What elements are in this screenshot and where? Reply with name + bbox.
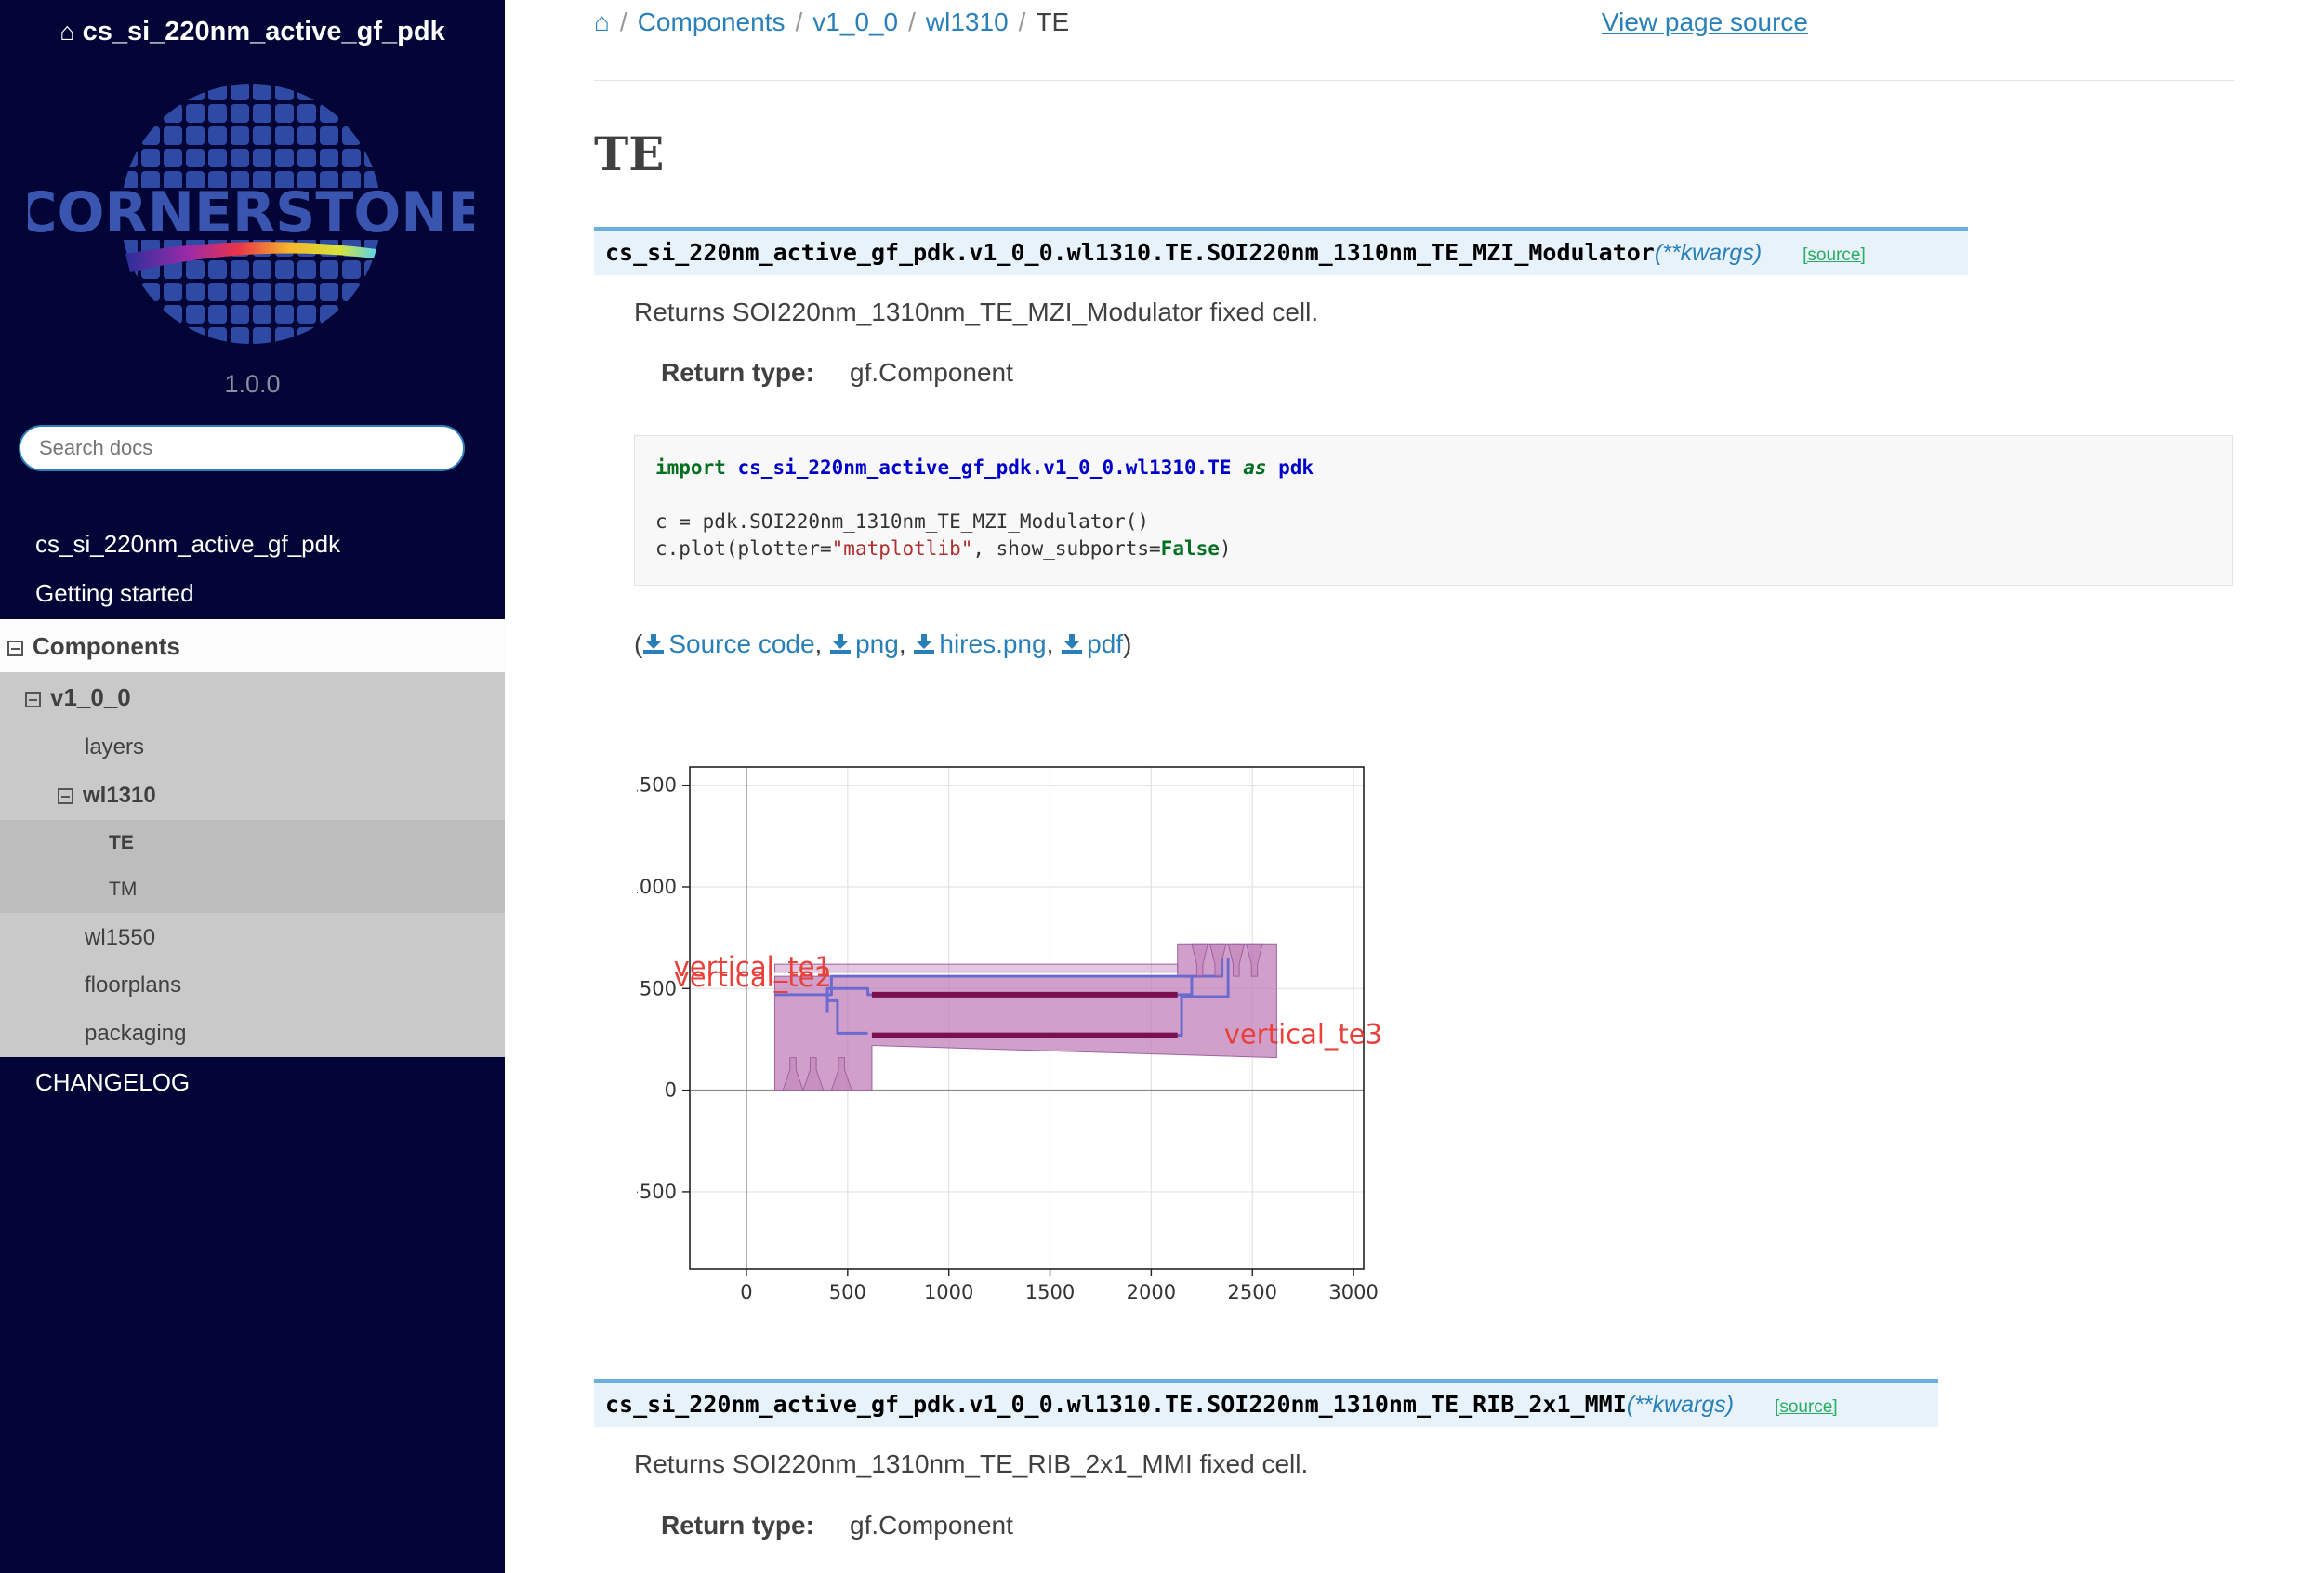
nav-item-v1-0-0[interactable]: v1_0_0 bbox=[25, 683, 131, 712]
function-args: (**kwargs) bbox=[1626, 1392, 1735, 1418]
download-links: ( Source code, png, hires.png, pdf) bbox=[634, 629, 1131, 659]
y-tick-label: −500 bbox=[637, 1181, 677, 1203]
breadcrumb-separator: / bbox=[1018, 7, 1026, 36]
collapse-icon[interactable] bbox=[7, 640, 23, 656]
breadcrumb-wl1310[interactable]: wl1310 bbox=[926, 7, 1009, 36]
home-icon[interactable]: ⌂ bbox=[594, 7, 610, 36]
download-source-code-label: Source code bbox=[668, 629, 815, 658]
x-tick-label: 1000 bbox=[924, 1281, 973, 1303]
nav-components-label: Components bbox=[33, 632, 180, 660]
download-icon bbox=[830, 634, 852, 654]
breadcrumb-separator: / bbox=[908, 7, 916, 36]
download-pdf-link[interactable]: pdf bbox=[1061, 629, 1123, 658]
collapse-icon[interactable] bbox=[58, 788, 73, 805]
sidebar: ⌂ cs_si_220nm_active_gf_pdk CORNERSTONE 1… bbox=[0, 0, 505, 1573]
port-label: vertical_te3 bbox=[1224, 1018, 1382, 1050]
download-icon bbox=[1062, 634, 1083, 654]
nav-item-wl1310[interactable]: wl1310 bbox=[58, 783, 156, 809]
nav-wl1310-subtree bbox=[0, 820, 505, 913]
breadcrumb-current: TE bbox=[1036, 7, 1070, 36]
code-block[interactable]: import cs_si_220nm_active_gf_pdk.v1_0_0.… bbox=[634, 435, 2233, 586]
comma: , bbox=[898, 629, 906, 658]
main-content: ⌂ / Components / v1_0_0 / wl1310 / TE View page … bbox=[505, 0, 2324, 1573]
collapse-icon[interactable] bbox=[25, 691, 41, 707]
home-icon: ⌂ bbox=[59, 18, 75, 46]
code-line-3: c.plot(plotter="matplotlib", show_subpor… bbox=[655, 537, 1232, 560]
download-png-link[interactable]: png bbox=[829, 629, 899, 658]
code-line-2: c = pdk.SOI220nm_1310nm_TE_MZI_Modulator… bbox=[655, 510, 1150, 533]
search-input[interactable] bbox=[19, 425, 465, 471]
y-tick-label: 1000 bbox=[637, 876, 677, 898]
nav-item-layers[interactable]: layers bbox=[85, 734, 144, 760]
port-label: vertical_te2 bbox=[674, 961, 832, 993]
function-signature: cs_si_220nm_active_gf_pdk.v1_0_0.wl1310.… bbox=[594, 227, 1968, 275]
nav-item-floorplans[interactable]: floorplans bbox=[85, 972, 181, 998]
function-signature: cs_si_220nm_active_gf_pdk.v1_0_0.wl1310.… bbox=[594, 1379, 1938, 1427]
download-png-label: png bbox=[855, 629, 899, 658]
project-title-link[interactable]: ⌂ cs_si_220nm_active_gf_pdk bbox=[0, 17, 505, 47]
breadcrumb-v1-0-0[interactable]: v1_0_0 bbox=[812, 7, 898, 36]
breadcrumb: ⌂ / Components / v1_0_0 / wl1310 / TE bbox=[594, 7, 1069, 37]
y-tick-label: 500 bbox=[640, 977, 677, 999]
code-line-1: import cs_si_220nm_active_gf_pdk.v1_0_0.… bbox=[655, 456, 1314, 479]
function-args: (**kwargs) bbox=[1654, 240, 1763, 266]
version-label: 1.0.0 bbox=[224, 370, 281, 398]
download-icon bbox=[914, 634, 935, 654]
header-divider bbox=[594, 80, 2234, 81]
x-tick-label: 2000 bbox=[1127, 1281, 1176, 1303]
nav-item-getting-started[interactable]: Getting started bbox=[35, 579, 194, 608]
return-type-label: Return type: bbox=[661, 358, 814, 387]
function-description: Returns SOI220nm_1310nm_TE_RIB_2x1_MMI f… bbox=[634, 1449, 1309, 1478]
download-icon bbox=[643, 634, 665, 654]
paren: ( bbox=[634, 629, 643, 658]
return-type-value: gf.Component bbox=[850, 358, 1013, 387]
function-name: cs_si_220nm_active_gf_pdk.v1_0_0.wl1310.… bbox=[605, 239, 1655, 266]
download-pdf-label: pdf bbox=[1087, 629, 1124, 658]
x-tick-label: 2500 bbox=[1228, 1281, 1277, 1303]
nav-item-te[interactable]: TE bbox=[109, 832, 134, 854]
comma: , bbox=[814, 629, 823, 658]
return-type-label: Return type: bbox=[661, 1511, 814, 1540]
page-title: TE bbox=[594, 126, 665, 181]
download-source-code-link[interactable]: Source code bbox=[642, 629, 815, 658]
download-hires-png-label: hires.png bbox=[939, 629, 1047, 658]
breadcrumb-separator: / bbox=[795, 7, 803, 36]
nav-item-tm[interactable]: TM bbox=[109, 879, 137, 901]
paren: ) bbox=[1123, 629, 1132, 658]
y-tick-label: 0 bbox=[665, 1079, 677, 1102]
nav-item-components[interactable]: Components bbox=[0, 619, 505, 672]
logo-text: CORNERSTONE bbox=[28, 180, 474, 245]
function-name: cs_si_220nm_active_gf_pdk.v1_0_0.wl1310.… bbox=[605, 1391, 1627, 1418]
cornerstone-logo[interactable]: CORNERSTONE bbox=[28, 74, 474, 353]
source-link[interactable]: [source] bbox=[1775, 1397, 1838, 1417]
breadcrumb-separator: / bbox=[619, 7, 627, 36]
x-tick-label: 0 bbox=[740, 1281, 752, 1303]
comma: , bbox=[1046, 629, 1054, 658]
nav-item-packaging[interactable]: packaging bbox=[85, 1021, 186, 1047]
x-tick-label: 500 bbox=[829, 1281, 866, 1303]
y-tick-label: 1500 bbox=[637, 774, 677, 797]
nav-wl1310-label: wl1310 bbox=[83, 783, 156, 808]
return-type-value: gf.Component bbox=[850, 1511, 1013, 1540]
x-tick-label: 1500 bbox=[1025, 1281, 1075, 1303]
device-strip bbox=[773, 963, 1179, 973]
component-layout-plot: 0 500 1000 1500 2000 2500 3000 −500 0 500 1000 1500… bbox=[637, 766, 1382, 1303]
breadcrumb-components[interactable]: Components bbox=[638, 7, 786, 36]
nav-v1-0-0-label: v1_0_0 bbox=[50, 683, 131, 711]
download-hires-png-link[interactable]: hires.png bbox=[913, 629, 1047, 658]
nav-item-root[interactable]: cs_si_220nm_active_gf_pdk bbox=[35, 530, 340, 559]
nav-item-wl1550[interactable]: wl1550 bbox=[85, 925, 155, 951]
project-title: cs_si_220nm_active_gf_pdk bbox=[82, 17, 445, 46]
view-page-source-link[interactable]: View page source bbox=[1602, 7, 1808, 37]
nav-item-changelog[interactable]: CHANGELOG bbox=[35, 1068, 190, 1097]
source-link[interactable]: [source] bbox=[1802, 245, 1866, 265]
function-description: Returns SOI220nm_1310nm_TE_MZI_Modulator… bbox=[634, 297, 1319, 326]
x-tick-label: 3000 bbox=[1328, 1281, 1378, 1303]
